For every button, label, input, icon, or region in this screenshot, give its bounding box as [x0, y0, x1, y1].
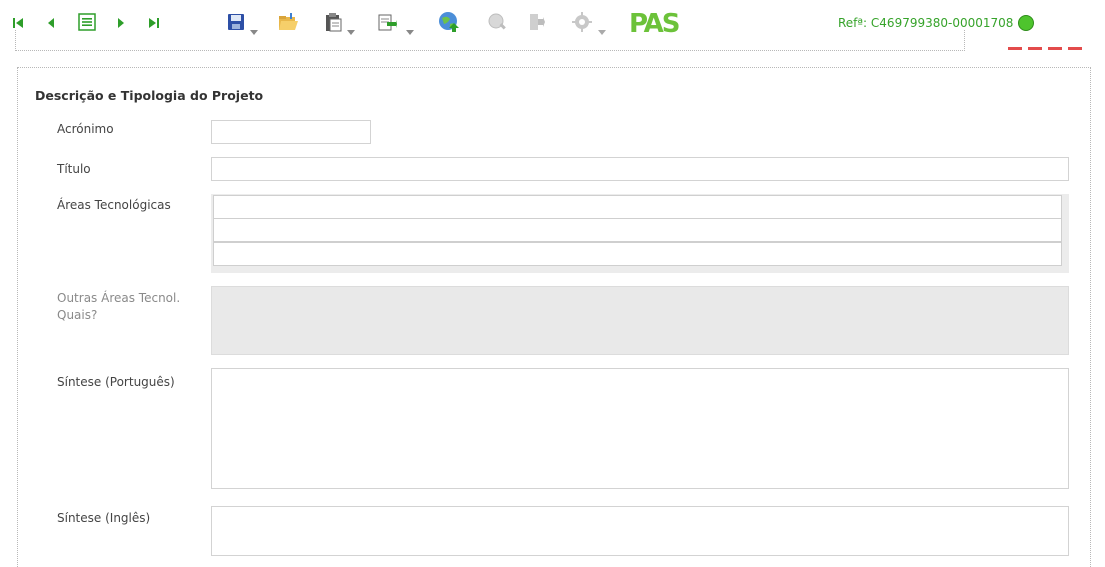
- areas-list: [211, 194, 1069, 273]
- outras-areas-label: Outras Áreas Tecnol. Quais?: [57, 290, 180, 324]
- reference-number: Refª: C469799380-00001708: [838, 15, 1035, 31]
- previous-panel-border: [15, 30, 965, 51]
- acronimo-label: Acrónimo: [57, 122, 114, 136]
- status-indicator-icon: [1018, 15, 1035, 31]
- record-list-icon[interactable]: [77, 12, 97, 32]
- acronimo-input[interactable]: [211, 120, 371, 144]
- outras-areas-label-line1: Outras Áreas Tecnol.: [57, 291, 181, 305]
- outras-areas-input: [211, 286, 1069, 355]
- areas-row-3[interactable]: [213, 242, 1062, 266]
- sintese-en-label: Síntese (Inglês): [57, 511, 151, 525]
- sintese-en-textarea[interactable]: [211, 506, 1069, 556]
- areas-row-2[interactable]: [213, 218, 1062, 242]
- save-icon[interactable]: [226, 12, 246, 32]
- areas-label: Áreas Tecnológicas: [57, 198, 171, 212]
- areas-row-1[interactable]: [213, 195, 1062, 219]
- titulo-input[interactable]: [211, 157, 1069, 181]
- sintese-pt-label: Síntese (Português): [57, 375, 175, 389]
- sintese-pt-textarea[interactable]: [211, 368, 1069, 489]
- outras-areas-label-line2: Quais?: [57, 308, 98, 322]
- titulo-label: Título: [57, 162, 91, 176]
- section-title: Descrição e Tipologia do Projeto: [35, 88, 264, 103]
- decorative-red-text: [978, 44, 1090, 50]
- reference-text: Refª: C469799380-00001708: [838, 16, 1014, 30]
